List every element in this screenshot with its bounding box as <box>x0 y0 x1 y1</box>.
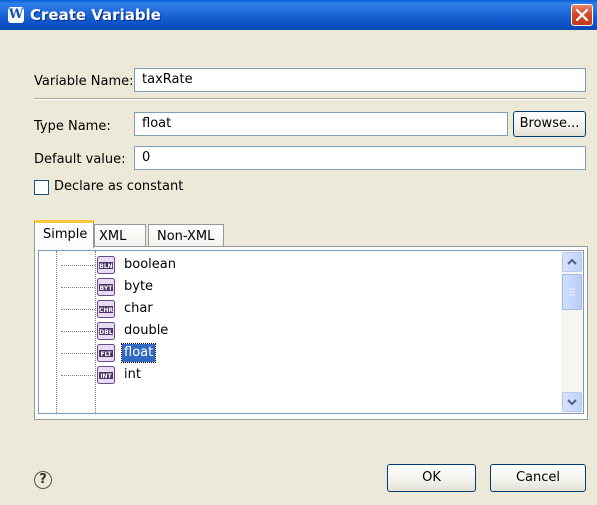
default-value-label: Default value: <box>34 152 126 167</box>
tree-vertical-scrollbar[interactable] <box>561 251 583 413</box>
tree-item-label: char <box>124 301 153 316</box>
tree-item-label: boolean <box>124 257 176 272</box>
type-name-label: Type Name: <box>34 119 111 134</box>
tree-item-double[interactable]: DBL double <box>39 321 539 341</box>
dialog-content: Variable Name: taxRate Type Name: float … <box>0 30 597 505</box>
boolean-type-icon: BLN <box>97 256 115 274</box>
close-icon <box>576 9 588 21</box>
tree-branch <box>61 287 95 288</box>
tree-branch <box>61 375 95 376</box>
type-name-field[interactable]: float <box>134 112 508 136</box>
char-type-icon: CHR <box>97 300 115 318</box>
double-type-icon: DBL <box>97 322 115 340</box>
type-tree[interactable]: BLN boolean BYT byte CHR char DBL double… <box>38 250 584 414</box>
tree-item-label: byte <box>124 279 154 294</box>
tree-item-label-selected: float <box>120 343 157 363</box>
title-bar[interactable]: W Create Variable <box>0 0 597 30</box>
scroll-thumb[interactable] <box>562 274 582 310</box>
tree-item-label: int <box>124 367 141 382</box>
tree-branch <box>61 265 95 266</box>
svg-text:FLT: FLT <box>100 351 112 358</box>
separator <box>34 98 586 100</box>
w-app-icon: W <box>8 7 24 23</box>
close-button[interactable] <box>571 4 593 26</box>
help-icon[interactable]: ? <box>34 471 52 489</box>
cancel-button[interactable]: Cancel <box>490 464 586 492</box>
tree-item-boolean[interactable]: BLN boolean <box>39 255 539 275</box>
float-type-icon: FLT <box>97 344 115 362</box>
declare-constant-label[interactable]: Declare as constant <box>54 179 183 194</box>
svg-text:DBL: DBL <box>99 329 113 336</box>
int-type-icon: INT <box>97 366 115 384</box>
byte-type-icon: BYT <box>97 278 115 296</box>
dialog-title: Create Variable <box>30 6 161 24</box>
svg-text:INT: INT <box>100 373 112 380</box>
svg-text:CHR: CHR <box>99 307 113 314</box>
tab-non-xml[interactable]: Non-XML <box>148 224 224 246</box>
chevron-up-icon <box>567 258 577 265</box>
tree-item-float[interactable]: FLT float <box>39 343 539 363</box>
ok-button[interactable]: OK <box>387 464 476 492</box>
variable-name-field[interactable]: taxRate <box>134 68 586 92</box>
tree-branch <box>61 353 95 354</box>
svg-text:BLN: BLN <box>99 263 112 270</box>
tab-xml[interactable]: XML <box>94 224 146 246</box>
tree-branch <box>61 331 95 332</box>
tree-item-label: double <box>124 323 169 338</box>
grip-icon <box>569 288 575 296</box>
tree-branch <box>61 309 95 310</box>
scroll-up-button[interactable] <box>562 252 582 272</box>
tab-simple[interactable]: Simple <box>34 220 94 248</box>
tree-item-byte[interactable]: BYT byte <box>39 277 539 297</box>
chevron-down-icon <box>567 399 577 406</box>
variable-name-label: Variable Name: <box>34 74 134 89</box>
default-value-field[interactable]: 0 <box>134 146 586 170</box>
svg-text:BYT: BYT <box>100 285 114 292</box>
declare-constant-checkbox[interactable] <box>34 180 49 195</box>
browse-button[interactable]: Browse... <box>513 111 586 137</box>
scroll-down-button[interactable] <box>562 392 582 412</box>
tree-item-char[interactable]: CHR char <box>39 299 539 319</box>
create-variable-dialog: W Create Variable Variable Name: taxRate… <box>0 0 597 505</box>
tree-item-int[interactable]: INT int <box>39 365 539 385</box>
